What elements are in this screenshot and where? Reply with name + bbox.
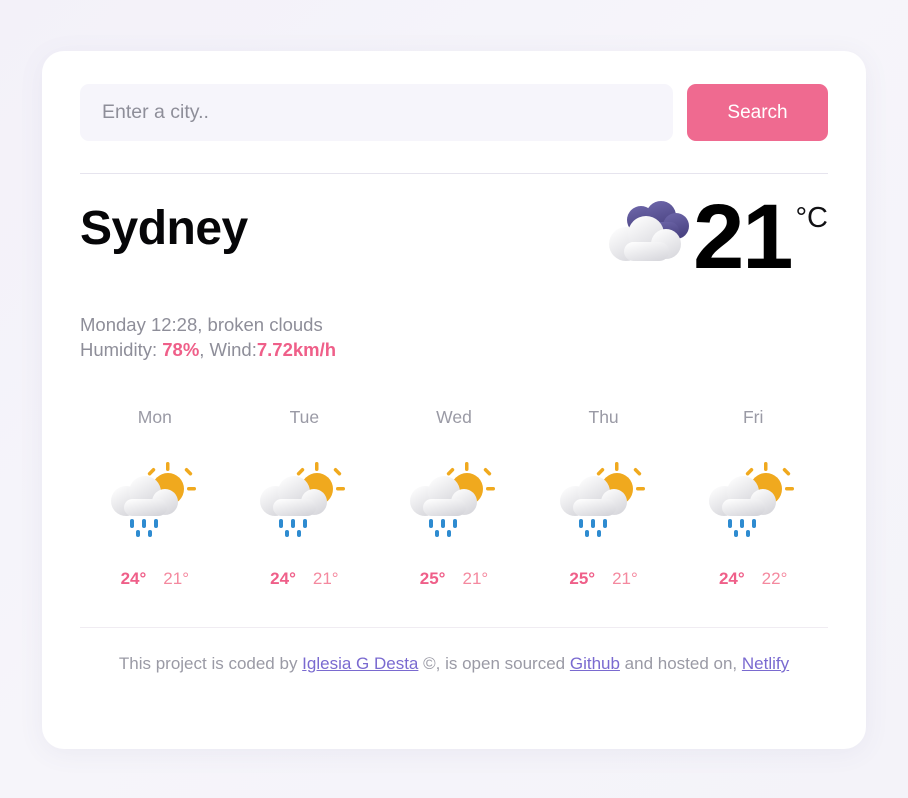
forecast-day-tue: Tue 24° 21° [230,407,380,589]
humidity-value: 78% [162,339,200,361]
footer-link-author[interactable]: Iglesia G Desta [302,654,418,673]
city-name: Sydney [80,202,248,255]
forecast-temp-max: 25° [419,569,446,589]
forecast-temperatures: 24° 22° [719,569,787,589]
search-button[interactable]: Search [687,84,828,141]
divider-bottom [80,627,828,629]
forecast-temp-min: 21° [163,569,190,589]
divider-top [80,173,828,174]
forecast-temperatures: 24° 21° [270,569,338,589]
forecast-day-label: Fri [742,407,764,428]
wind-label: , Wind: [199,339,257,361]
rain-sun-cloud-icon [109,459,201,541]
forecast-day-label: Mon [137,407,172,428]
current-weather: Sydney 21 °C [80,191,828,283]
forecast-temp-min: 21° [462,569,489,589]
weather-card: Search Sydney [42,51,866,749]
forecast-temp-min: 21° [612,569,638,589]
broken-clouds-icon [607,198,693,273]
footer-text-2: ©, is open sourced [418,654,570,674]
forecast-temp-max: 24° [718,569,745,589]
footer-link-netlify[interactable]: Netlify [742,654,789,673]
forecast-temp-max: 24° [120,569,147,589]
datetime-condition: Monday 12:28, broken clouds [80,314,323,336]
forecast-temperatures: 25° 21° [569,569,637,589]
search-row: Search [80,84,828,141]
forecast-day-thu: Thu 25° 21° [529,407,679,589]
footer-link-github[interactable]: Github [570,654,620,673]
forecast-day-label: Wed [436,407,472,428]
forecast-day-label: Tue [289,407,320,428]
footer-text-1: This project is coded by [118,654,303,674]
search-input[interactable] [80,84,673,141]
forecast-day-fri: Fri 24° 22° [678,407,828,589]
rain-sun-cloud-icon [408,459,500,541]
forecast-temp-max: 25° [569,569,596,589]
forecast-day-label: Thu [588,407,619,428]
current-details: Monday 12:28, broken clouds Humidity: 78… [80,313,828,363]
forecast-day-wed: Wed 25° 21° [379,407,529,589]
rain-sun-cloud-icon [558,459,650,541]
forecast-row: Mon 24° 21° Tue 24° 21° Wed 25° 21° Thu … [80,407,828,589]
wind-value: 7.72km/h [256,339,337,361]
humidity-wind-line: Humidity: 78%, Wind:7.72km/h [80,338,828,363]
forecast-temp-max: 24° [270,569,296,589]
temperature-unit: °C [795,202,828,234]
rain-sun-cloud-icon [258,459,350,541]
footer-text-3: and hosted on, [619,654,742,674]
rain-sun-cloud-icon [707,459,799,541]
footer: This project is coded by Iglesia G Desta… [80,654,828,674]
forecast-temperatures: 25° 21° [420,569,488,589]
forecast-temp-min: 21° [312,569,339,589]
forecast-temp-min: 22° [761,569,788,589]
forecast-temperatures: 24° 21° [121,569,189,589]
forecast-day-mon: Mon 24° 21° [80,407,230,589]
current-temperature-value: 21 [693,186,793,288]
current-temperature-group: 21 °C [607,186,828,288]
humidity-label: Humidity: [80,339,163,361]
